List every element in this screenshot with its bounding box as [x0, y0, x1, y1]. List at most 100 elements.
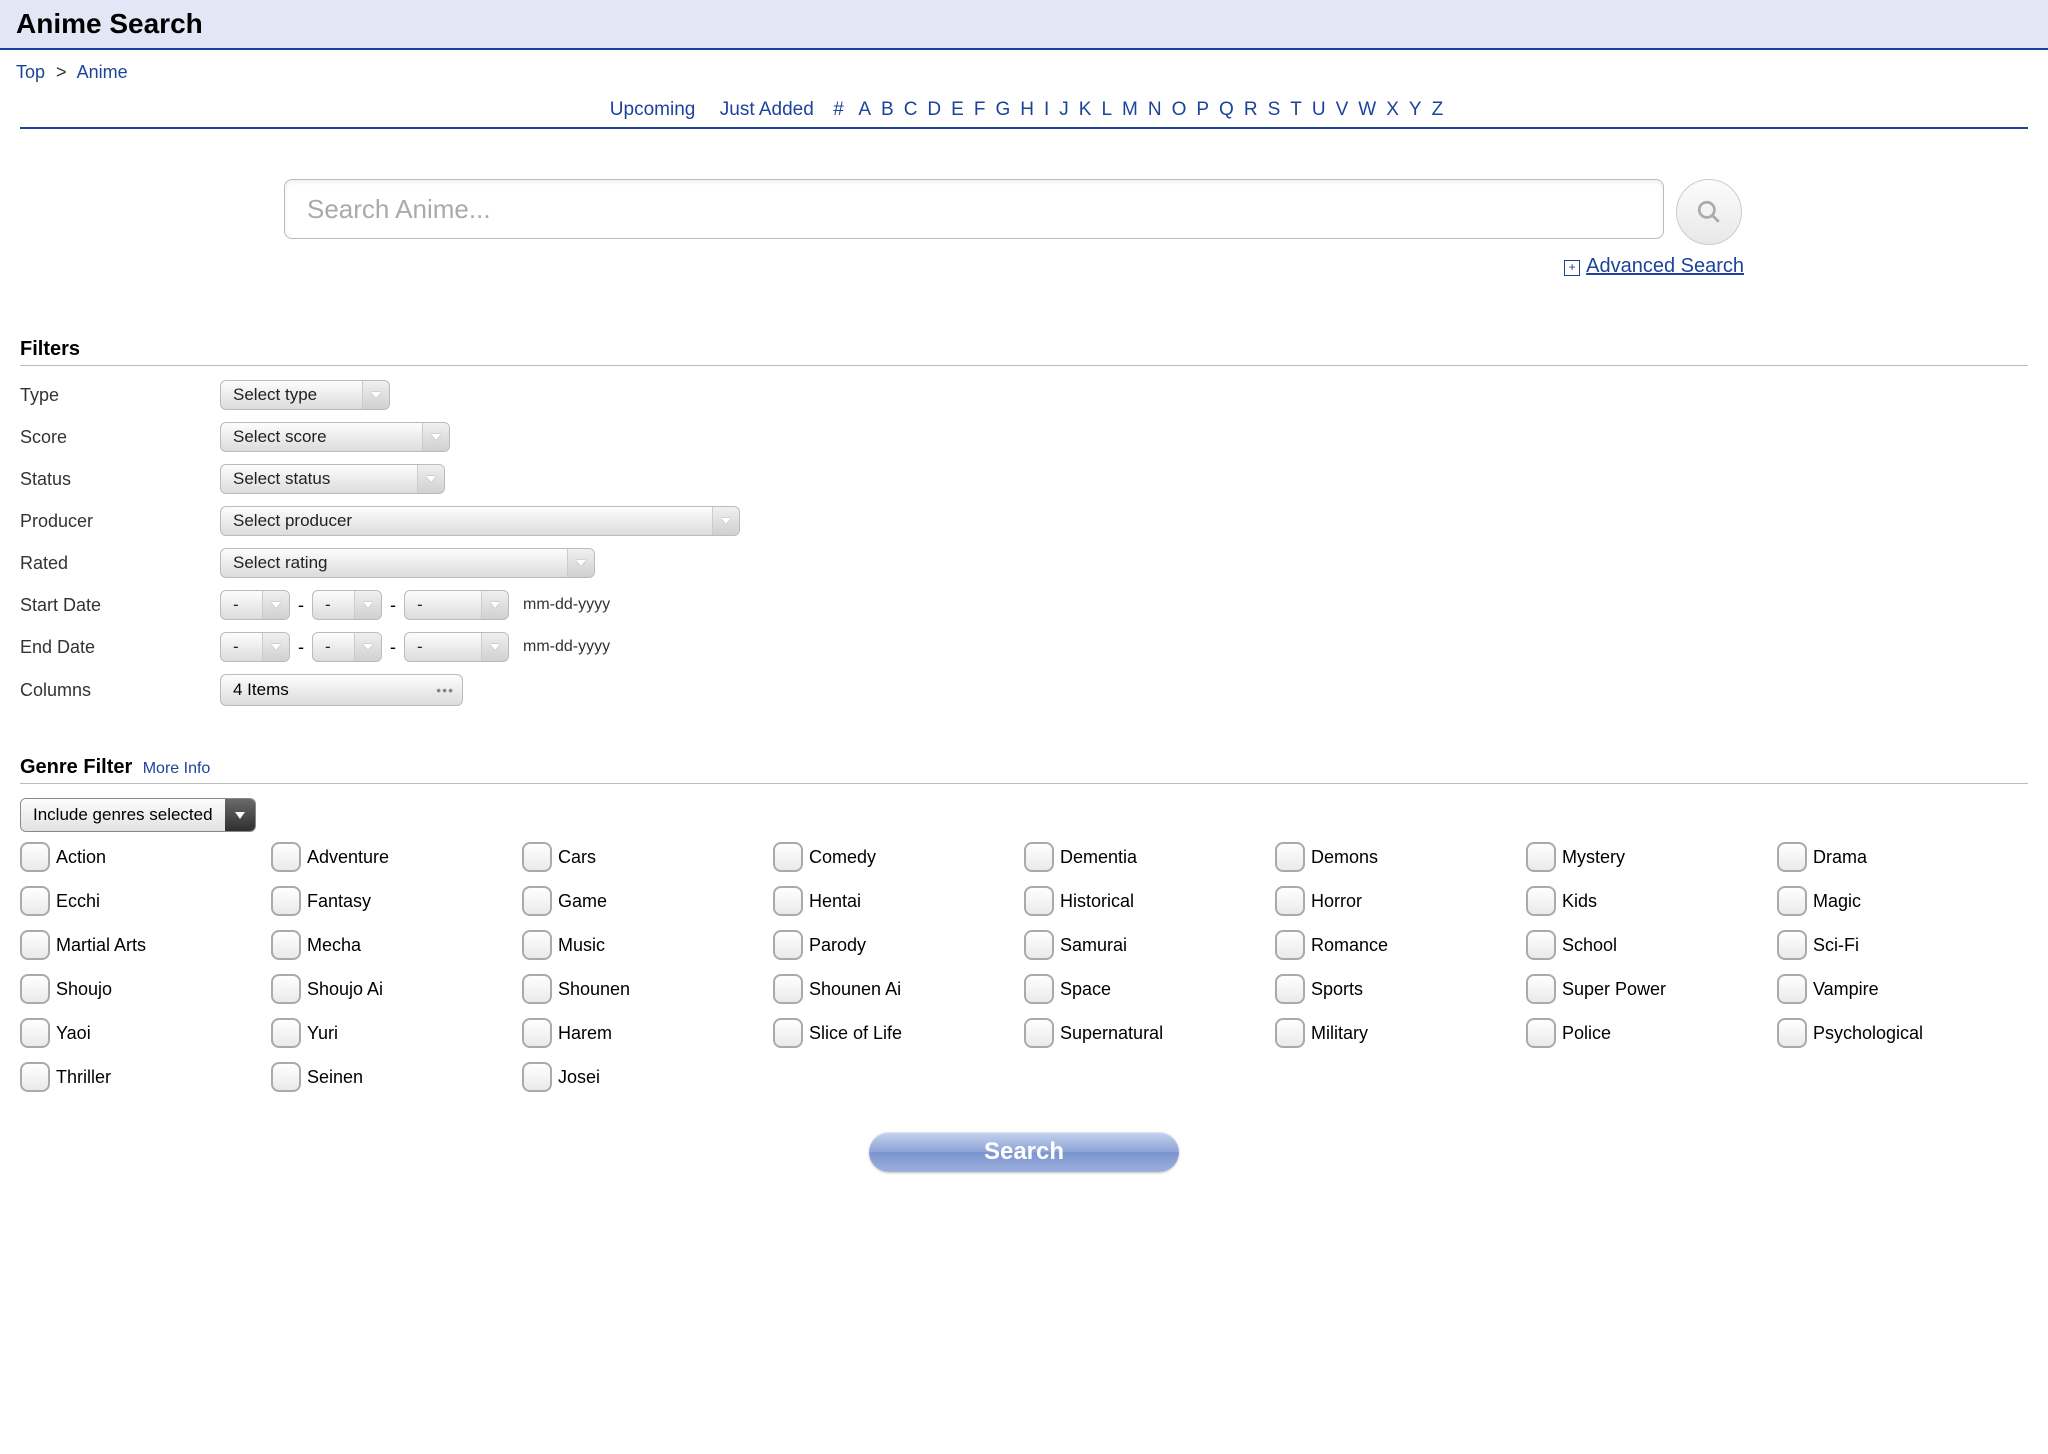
- breadcrumb-top[interactable]: Top: [16, 62, 45, 82]
- genre-item: Space: [1024, 974, 1275, 1004]
- genre-checkbox[interactable]: [1275, 886, 1305, 916]
- genre-checkbox[interactable]: [1777, 974, 1807, 1004]
- genre-checkbox[interactable]: [1777, 1018, 1807, 1048]
- genre-checkbox[interactable]: [271, 974, 301, 1004]
- end-year-select[interactable]: -: [404, 632, 509, 662]
- search-submit-button[interactable]: Search: [869, 1132, 1179, 1172]
- genre-checkbox[interactable]: [20, 974, 50, 1004]
- genre-checkbox[interactable]: [1275, 842, 1305, 872]
- genre-checkbox[interactable]: [271, 930, 301, 960]
- alpha-letter[interactable]: T: [1290, 99, 1302, 121]
- genre-checkbox[interactable]: [1526, 974, 1556, 1004]
- genre-checkbox[interactable]: [20, 842, 50, 872]
- genre-checkbox[interactable]: [522, 974, 552, 1004]
- genre-checkbox[interactable]: [1024, 930, 1054, 960]
- genre-checkbox[interactable]: [522, 842, 552, 872]
- genre-checkbox[interactable]: [773, 930, 803, 960]
- start-month-select[interactable]: -: [220, 590, 290, 620]
- alpha-letter[interactable]: D: [927, 99, 941, 121]
- score-select[interactable]: Select score: [220, 422, 450, 452]
- genre-checkbox[interactable]: [1526, 842, 1556, 872]
- alpha-letter[interactable]: C: [904, 99, 918, 121]
- alpha-letter[interactable]: J: [1059, 99, 1069, 121]
- genre-checkbox[interactable]: [271, 1062, 301, 1092]
- alpha-letter[interactable]: G: [995, 99, 1010, 121]
- end-date-label: End Date: [20, 637, 220, 658]
- alpha-letter[interactable]: H: [1020, 99, 1034, 121]
- genre-mode-select[interactable]: Include genres selected: [20, 798, 256, 832]
- search-button[interactable]: [1676, 179, 1742, 245]
- genre-label: School: [1562, 935, 1617, 956]
- genre-checkbox[interactable]: [1777, 886, 1807, 916]
- breadcrumb-current[interactable]: Anime: [77, 62, 128, 82]
- rated-select[interactable]: Select rating: [220, 548, 595, 578]
- genre-item: Historical: [1024, 886, 1275, 916]
- alpha-letter[interactable]: A: [858, 99, 871, 121]
- genre-checkbox[interactable]: [522, 1062, 552, 1092]
- alpha-upcoming[interactable]: Upcoming: [610, 99, 696, 121]
- start-day-select[interactable]: -: [312, 590, 382, 620]
- alpha-letter[interactable]: N: [1148, 99, 1162, 121]
- genre-checkbox[interactable]: [271, 1018, 301, 1048]
- genre-checkbox[interactable]: [1526, 930, 1556, 960]
- genre-checkbox[interactable]: [20, 1062, 50, 1092]
- alpha-letter[interactable]: I: [1044, 99, 1049, 121]
- genre-checkbox[interactable]: [522, 930, 552, 960]
- genre-checkbox[interactable]: [773, 974, 803, 1004]
- alpha-letter[interactable]: L: [1101, 99, 1112, 121]
- advanced-search-link[interactable]: Advanced Search: [1586, 255, 1744, 277]
- columns-select[interactable]: 4 Items •••: [220, 674, 463, 706]
- alpha-letter[interactable]: M: [1122, 99, 1138, 121]
- genre-checkbox[interactable]: [1777, 930, 1807, 960]
- alpha-letter[interactable]: Y: [1409, 99, 1422, 121]
- alpha-letter[interactable]: W: [1358, 99, 1376, 121]
- status-select[interactable]: Select status: [220, 464, 445, 494]
- genre-checkbox[interactable]: [1275, 974, 1305, 1004]
- alpha-letter[interactable]: X: [1386, 99, 1399, 121]
- genre-checkbox[interactable]: [1275, 930, 1305, 960]
- alpha-letter[interactable]: E: [951, 99, 964, 121]
- genre-checkbox[interactable]: [1526, 886, 1556, 916]
- alpha-letter[interactable]: O: [1172, 99, 1187, 121]
- start-year-select[interactable]: -: [404, 590, 509, 620]
- search-input[interactable]: [284, 179, 1664, 239]
- genre-checkbox[interactable]: [1024, 1018, 1054, 1048]
- genre-checkbox[interactable]: [773, 842, 803, 872]
- alpha-letter[interactable]: K: [1079, 99, 1092, 121]
- producer-select[interactable]: Select producer: [220, 506, 740, 536]
- alpha-letter[interactable]: B: [881, 99, 894, 121]
- alpha-letter[interactable]: S: [1268, 99, 1281, 121]
- alpha-letter[interactable]: Q: [1219, 99, 1234, 121]
- alpha-letter[interactable]: P: [1196, 99, 1209, 121]
- alpha-letter[interactable]: Z: [1432, 99, 1444, 121]
- genre-checkbox[interactable]: [20, 1018, 50, 1048]
- alpha-letter[interactable]: V: [1336, 99, 1349, 121]
- genre-checkbox[interactable]: [20, 886, 50, 916]
- genre-checkbox[interactable]: [1275, 1018, 1305, 1048]
- genre-checkbox[interactable]: [1024, 886, 1054, 916]
- genre-checkbox[interactable]: [522, 1018, 552, 1048]
- alpha-letter[interactable]: U: [1312, 99, 1326, 121]
- alpha-letter[interactable]: R: [1244, 99, 1258, 121]
- genre-checkbox[interactable]: [773, 1018, 803, 1048]
- genre-item: Seinen: [271, 1062, 522, 1092]
- genre-more-info[interactable]: More Info: [143, 760, 211, 777]
- genre-checkbox[interactable]: [1526, 1018, 1556, 1048]
- genre-checkbox[interactable]: [1777, 842, 1807, 872]
- genre-checkbox[interactable]: [1024, 974, 1054, 1004]
- genre-checkbox[interactable]: [271, 886, 301, 916]
- type-select[interactable]: Select type: [220, 380, 390, 410]
- genre-checkbox[interactable]: [773, 886, 803, 916]
- ellipsis-icon: •••: [436, 682, 454, 698]
- end-month-select[interactable]: -: [220, 632, 290, 662]
- genre-item: Military: [1275, 1018, 1526, 1048]
- genre-checkbox[interactable]: [522, 886, 552, 916]
- genre-checkbox[interactable]: [271, 842, 301, 872]
- genre-checkbox[interactable]: [1024, 842, 1054, 872]
- alpha-just-added[interactable]: Just Added: [720, 99, 814, 121]
- alpha-letter[interactable]: F: [974, 99, 986, 121]
- alpha-hash[interactable]: #: [833, 99, 844, 121]
- genre-item: Horror: [1275, 886, 1526, 916]
- end-day-select[interactable]: -: [312, 632, 382, 662]
- genre-checkbox[interactable]: [20, 930, 50, 960]
